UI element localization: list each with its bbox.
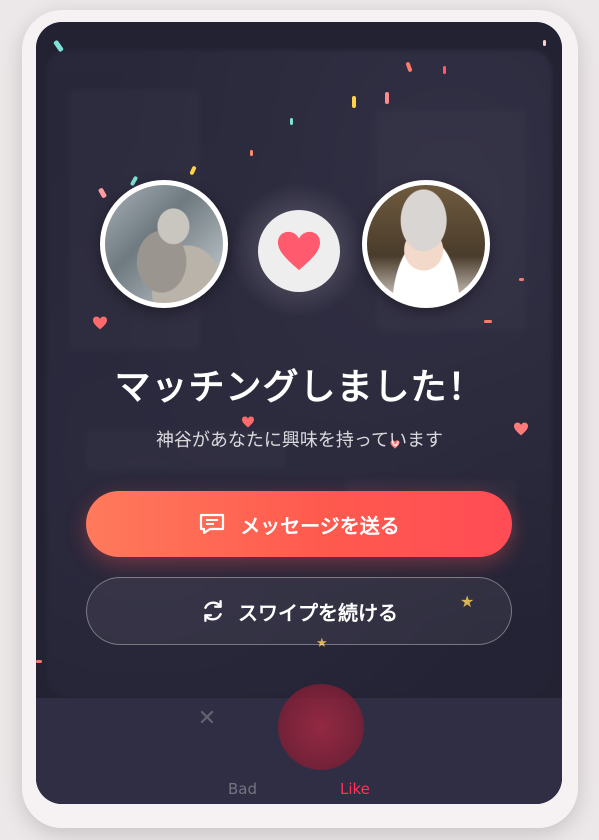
like-label: Like	[340, 780, 370, 798]
bad-label: Bad	[228, 780, 258, 798]
continue-swipe-label: スワイプを続ける	[238, 600, 398, 625]
continue-swipe-button[interactable]: スワイプを続ける	[86, 577, 512, 645]
match-screen	[36, 22, 562, 804]
send-message-label: メッセージを送る	[240, 513, 400, 538]
send-message-button[interactable]: メッセージを送る	[86, 491, 512, 557]
message-icon	[200, 513, 225, 535]
small-heart-icon	[93, 316, 107, 330]
match-title: マッチングしました！	[114, 367, 485, 408]
refresh-icon	[204, 600, 222, 622]
match-subtitle: 神谷があなたに興味を持っています	[155, 430, 444, 451]
bad-button[interactable]: ✕	[188, 700, 226, 738]
dim-overlay	[36, 22, 562, 804]
heart-icon	[278, 231, 320, 271]
right-avatar-person	[362, 180, 490, 308]
like-button[interactable]	[278, 684, 364, 770]
close-icon: ✕	[197, 706, 217, 731]
left-avatar-cat	[100, 180, 228, 308]
match-heart-badge	[258, 210, 340, 292]
